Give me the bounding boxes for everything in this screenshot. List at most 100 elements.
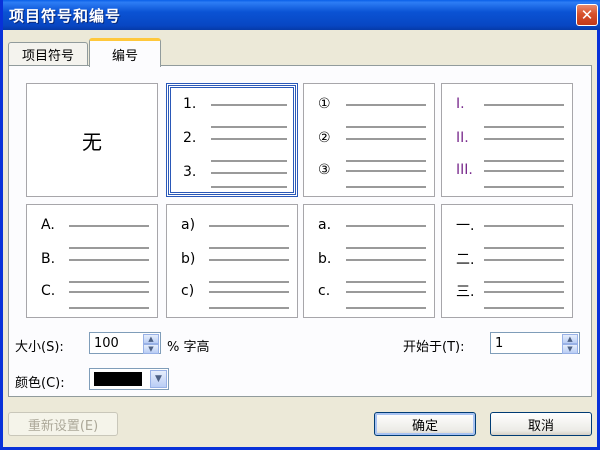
list-item: c. xyxy=(318,279,426,303)
start-at-spinbox[interactable]: 1 ▲ ▼ xyxy=(490,332,580,354)
list-item: I. xyxy=(456,92,564,116)
numbering-option-roman[interactable]: I. II. III. xyxy=(441,83,573,197)
bullets-numbering-dialog: 项目符号和编号 ✕ 项目符号 编号 无 1. 2. 3. ① ② ③ I. II… xyxy=(0,0,600,450)
list-marker: 2. xyxy=(183,130,197,146)
list-item: 三. xyxy=(456,279,564,303)
cancel-button[interactable]: 取消 xyxy=(490,412,592,436)
list-marker: ② xyxy=(318,130,331,146)
list-item: 3. xyxy=(183,160,287,184)
list-marker: B. xyxy=(41,251,56,267)
text-line xyxy=(211,172,287,174)
text-line xyxy=(211,104,287,106)
list-item: B. xyxy=(41,247,149,271)
text-line xyxy=(346,170,426,172)
ok-button[interactable]: 确定 xyxy=(374,412,476,436)
list-item: III. xyxy=(456,158,564,182)
numbering-option-arabic[interactable]: 1. 2. 3. xyxy=(166,83,298,197)
text-line xyxy=(69,307,149,309)
text-line xyxy=(484,307,564,309)
text-line xyxy=(484,170,564,172)
list-marker: a) xyxy=(181,217,196,233)
list-item: a) xyxy=(181,213,289,237)
size-spin-buttons: ▲ ▼ xyxy=(143,334,159,354)
list-marker: b) xyxy=(181,251,196,267)
numbering-option-circled[interactable]: ① ② ③ xyxy=(303,83,435,197)
start-at-value: 1 xyxy=(495,335,504,351)
list-marker: 3. xyxy=(183,164,197,180)
title-bar[interactable]: 项目符号和编号 ✕ xyxy=(3,0,600,30)
text-line xyxy=(69,225,149,227)
list-item: b) xyxy=(181,247,289,271)
text-line xyxy=(346,307,426,309)
spin-down-icon[interactable]: ▼ xyxy=(562,344,578,354)
list-marker: 三. xyxy=(456,284,475,300)
reset-button-label: 重新设置(E) xyxy=(27,418,99,434)
text-line xyxy=(346,186,426,188)
text-line xyxy=(209,291,289,293)
text-line xyxy=(484,259,564,261)
text-line xyxy=(211,138,287,140)
text-line xyxy=(211,186,287,188)
tab-bullets[interactable]: 项目符号 xyxy=(8,42,88,66)
list-marker: III. xyxy=(456,162,473,178)
list-marker: A. xyxy=(41,217,55,233)
list-marker: c) xyxy=(181,283,195,299)
size-value: 100 xyxy=(94,335,119,351)
numbering-option-lower-alpha-dot[interactable]: a. b. c. xyxy=(303,204,435,318)
spin-up-icon[interactable]: ▲ xyxy=(143,334,159,344)
text-line xyxy=(209,225,289,227)
text-line xyxy=(69,259,149,261)
text-line xyxy=(209,307,289,309)
text-line xyxy=(484,291,564,293)
list-item: b. xyxy=(318,247,426,271)
list-marker: II. xyxy=(456,130,469,146)
cancel-button-label: 取消 xyxy=(527,418,554,434)
reset-button[interactable]: 重新设置(E) xyxy=(8,412,118,436)
list-item: 1. xyxy=(183,92,287,116)
start-at-spin-buttons: ▲ ▼ xyxy=(562,334,578,354)
none-label: 无 xyxy=(82,129,102,154)
chevron-down-icon[interactable]: ▼ xyxy=(150,370,167,388)
list-item: c) xyxy=(181,279,289,303)
color-label: 颜色(C): xyxy=(15,376,65,391)
text-line xyxy=(346,259,426,261)
list-item: II. xyxy=(456,126,564,150)
list-item: a. xyxy=(318,213,426,237)
spin-down-icon[interactable]: ▼ xyxy=(143,344,159,354)
close-icon: ✕ xyxy=(580,5,594,24)
text-line xyxy=(346,291,426,293)
close-button[interactable]: ✕ xyxy=(576,4,598,26)
dialog-title: 项目符号和编号 xyxy=(9,7,122,25)
list-marker: I. xyxy=(456,96,465,112)
text-line xyxy=(69,291,149,293)
spin-up-icon[interactable]: ▲ xyxy=(562,334,578,344)
list-item: A. xyxy=(41,213,149,237)
list-marker: 二. xyxy=(456,252,475,268)
tab-numbering[interactable]: 编号 xyxy=(89,38,161,67)
size-label: 大小(S): xyxy=(15,340,64,355)
tab-numbering-label: 编号 xyxy=(111,48,138,64)
list-marker: C. xyxy=(41,283,56,299)
text-line xyxy=(346,104,426,106)
size-unit-label: % 字高 xyxy=(167,340,210,355)
list-item: 一. xyxy=(456,213,564,237)
list-marker: a. xyxy=(318,217,332,233)
list-marker: 1. xyxy=(183,96,197,112)
list-marker: ① xyxy=(318,96,331,112)
text-line xyxy=(484,225,564,227)
numbering-option-chinese[interactable]: 一. 二. 三. xyxy=(441,204,573,318)
text-line xyxy=(484,186,564,188)
color-swatch xyxy=(94,372,142,386)
numbering-option-upper-alpha[interactable]: A. B. C. xyxy=(26,204,158,318)
size-spinbox[interactable]: 100 ▲ ▼ xyxy=(89,332,161,354)
list-item: ② xyxy=(318,126,426,150)
text-line xyxy=(346,138,426,140)
list-item: C. xyxy=(41,279,149,303)
list-item: ① xyxy=(318,92,426,116)
numbering-option-none[interactable]: 无 xyxy=(26,83,158,197)
list-item: ③ xyxy=(318,158,426,182)
tab-bullets-label: 项目符号 xyxy=(21,49,74,64)
numbering-option-lower-alpha-paren[interactable]: a) b) c) xyxy=(166,204,298,318)
color-dropdown[interactable]: ▼ xyxy=(89,368,169,390)
list-marker: b. xyxy=(318,251,332,267)
